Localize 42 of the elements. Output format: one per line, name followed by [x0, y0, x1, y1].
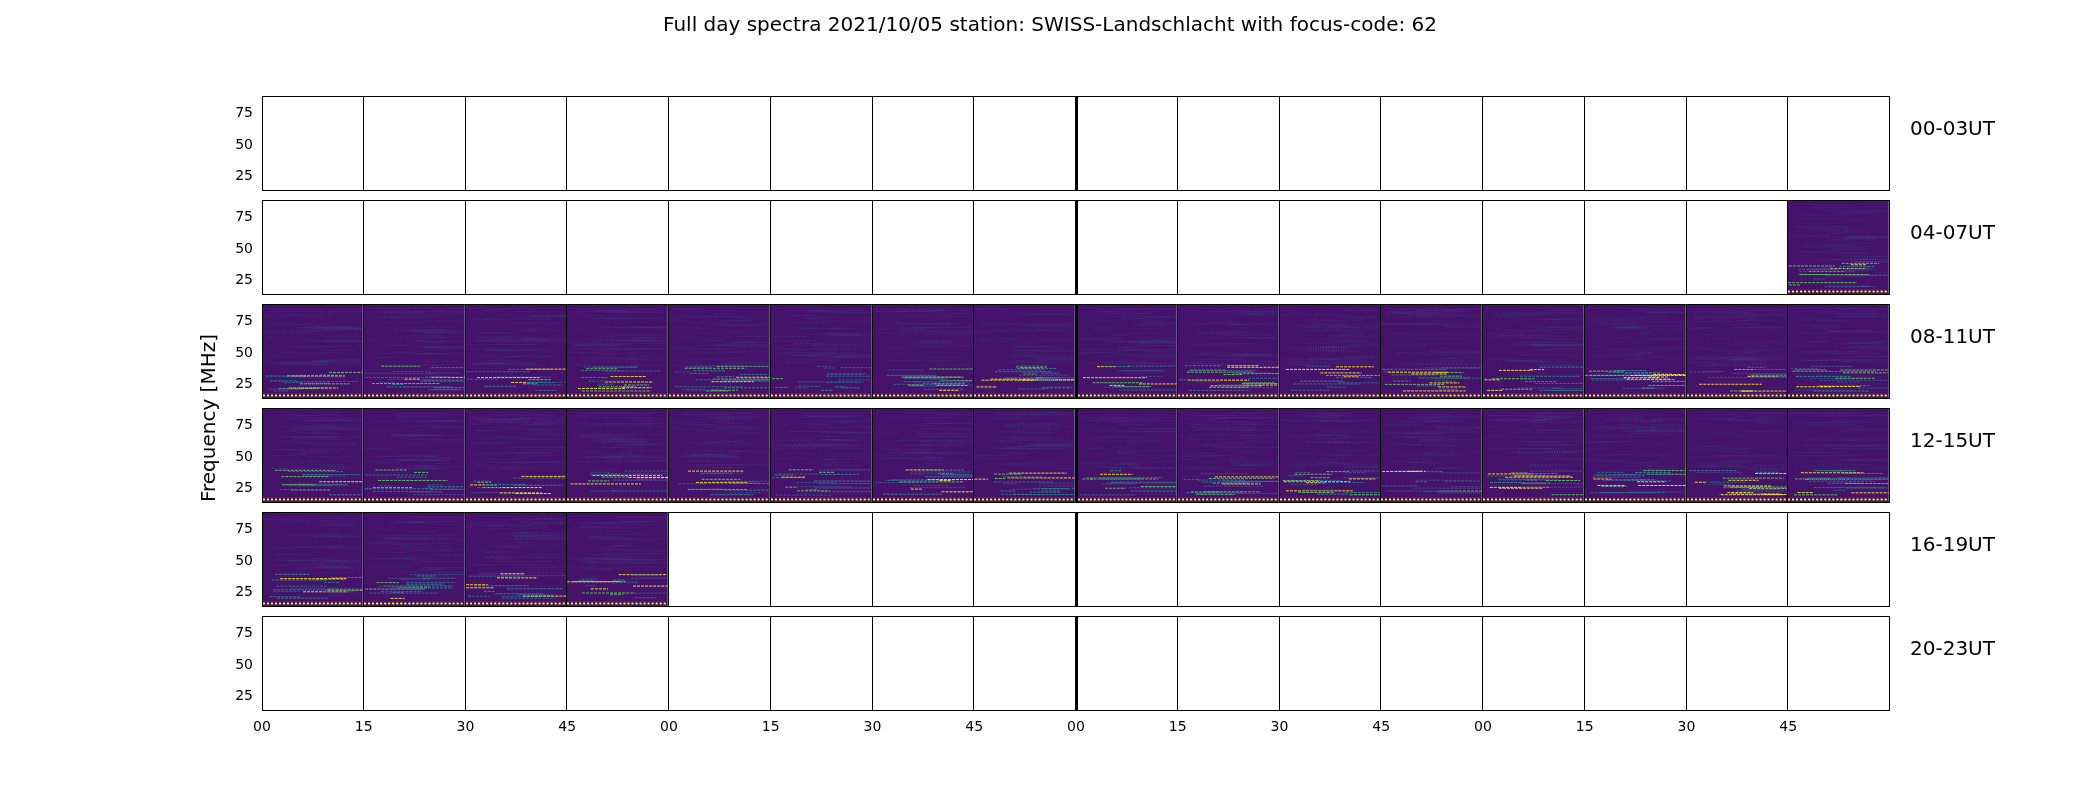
tick-label: 50: [235, 656, 253, 673]
tick-label: 15: [1168, 718, 1187, 734]
row-label: 12-15UT: [1909, 427, 1995, 454]
tick-label: 75: [235, 519, 253, 536]
tick-label: 50: [235, 240, 253, 257]
row-label: 04-07UT: [1909, 219, 1995, 246]
tick-label: 15: [1575, 718, 1594, 734]
row-label: 16-19UT: [1909, 531, 1995, 558]
tick-label: 75: [235, 311, 253, 328]
tick-label: 15: [761, 718, 780, 734]
tick-label: 25: [235, 686, 253, 703]
tick-label: 75: [235, 623, 253, 640]
tick-label: 15: [354, 718, 373, 734]
tick-label: 25: [235, 270, 253, 287]
tick-label: 25: [235, 166, 253, 183]
tick-label: 30: [456, 718, 475, 734]
row-label: 00-03UT: [1909, 115, 1995, 142]
tick-label: 50: [235, 552, 253, 569]
tick-label: 45: [1779, 718, 1798, 734]
figure-title: Full day spectra 2021/10/05 station: SWISS-Landschlacht with focus-code: 62: [662, 11, 1438, 38]
tick-label: 00: [660, 718, 678, 734]
tick-label: 45: [558, 718, 577, 734]
tick-label: 25: [235, 374, 253, 391]
row-label: 20-23UT: [1909, 635, 1995, 662]
tick-label: 00: [253, 718, 271, 734]
tick-label: 00: [1474, 718, 1492, 734]
tick-label: 50: [235, 136, 253, 153]
tick-label: 30: [1270, 718, 1289, 734]
tick-label: 25: [235, 478, 253, 495]
tick-label: 25: [235, 582, 253, 599]
tick-label: 50: [235, 344, 253, 361]
tick-label: 45: [1372, 718, 1391, 734]
row-label: 08-11UT: [1909, 323, 1995, 350]
tick-label: 75: [235, 415, 253, 432]
tick-label: 00: [1067, 718, 1085, 734]
tick-label: 30: [863, 718, 882, 734]
axis-label: Frequency [MHz]: [195, 333, 220, 503]
tick-label: 45: [965, 718, 984, 734]
tick-label: 75: [235, 207, 253, 224]
tick-label: 75: [235, 103, 253, 120]
tick-label: 30: [1677, 718, 1696, 734]
tick-label: 50: [235, 448, 253, 465]
